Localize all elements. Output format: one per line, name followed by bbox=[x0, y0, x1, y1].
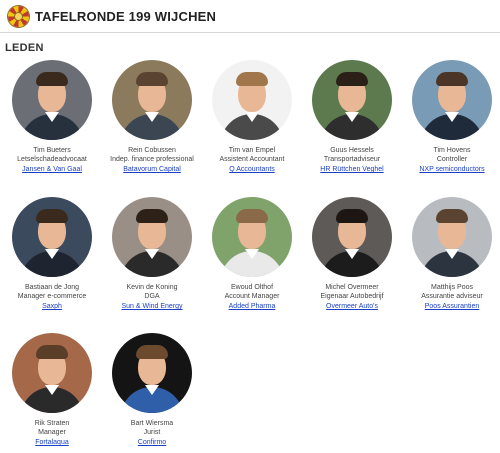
member-photo bbox=[12, 333, 92, 413]
member-photo bbox=[112, 197, 192, 277]
member-role: Eigenaar Autobedrijf bbox=[320, 293, 384, 300]
member-company-link[interactable]: Sun & Wind Energy bbox=[102, 302, 202, 312]
member-company-link[interactable]: HR Rüttchen Veghel bbox=[302, 165, 402, 175]
member-photo bbox=[412, 197, 492, 277]
member-company-link[interactable]: Batavorum Capital bbox=[102, 165, 202, 175]
member-name: Bastiaan de Jong bbox=[24, 284, 80, 291]
member-company-link[interactable]: Poos Assurantien bbox=[402, 302, 500, 312]
member-role: Manager e-commerce bbox=[17, 293, 87, 300]
member-name: Guus Hessels bbox=[330, 147, 374, 154]
member-name: Tim Hovens bbox=[433, 147, 471, 154]
member-card: Ewoud Olthof Account Manager Added Pharma bbox=[202, 197, 302, 312]
member-role: Account Manager bbox=[224, 293, 280, 300]
member-name: Tim van Empel bbox=[228, 147, 276, 154]
member-name: Michel Overmeer bbox=[325, 284, 379, 291]
member-photo bbox=[312, 197, 392, 277]
member-company-link[interactable]: Overmeer Auto's bbox=[302, 302, 402, 312]
member-role: Indep. finance professional bbox=[110, 156, 194, 163]
member-photo bbox=[12, 197, 92, 277]
member-company-link[interactable]: Saxph bbox=[2, 302, 102, 312]
member-card: Kevin de Koning DGA Sun & Wind Energy bbox=[102, 197, 202, 312]
member-card: Rik Straten Manager Fortalaqua bbox=[2, 333, 102, 448]
member-role: Assistent Accountant bbox=[219, 156, 285, 163]
round-table-logo-icon[interactable] bbox=[8, 6, 29, 27]
member-card: Guus Hessels Transportadviseur HR Rüttchen… bbox=[302, 60, 402, 175]
member-role: Assurantie adviseur bbox=[421, 293, 483, 300]
member-company-link[interactable]: Q Accountants bbox=[202, 165, 302, 175]
member-company-link[interactable]: Jansen & Van Gaal bbox=[2, 165, 102, 175]
member-role: Manager bbox=[38, 429, 66, 436]
member-role: Jurist bbox=[143, 429, 161, 436]
member-photo bbox=[412, 60, 492, 140]
member-grid: Tim Bueters Letselschadeadvocaat Jansen & … bbox=[0, 60, 500, 453]
member-photo bbox=[112, 333, 192, 413]
member-photo bbox=[312, 60, 392, 140]
member-role: Transportadviseur bbox=[323, 156, 381, 163]
member-card: Michel Overmeer Eigenaar Autobedrijf Overm… bbox=[302, 197, 402, 312]
member-name: Matthijs Poos bbox=[430, 284, 474, 291]
member-photo bbox=[212, 60, 292, 140]
member-card: Rein Cobussen Indep. finance professional… bbox=[102, 60, 202, 175]
member-photo bbox=[212, 197, 292, 277]
member-role: Controller bbox=[436, 156, 468, 163]
member-card: Bastiaan de Jong Manager e-commerce Saxph bbox=[2, 197, 102, 312]
member-name: Bart Wiersma bbox=[130, 420, 174, 427]
member-name: Ewoud Olthof bbox=[230, 284, 274, 291]
member-name: Rein Cobussen bbox=[128, 147, 176, 154]
member-company-link[interactable]: Added Pharma bbox=[202, 302, 302, 312]
member-company-link[interactable]: Confirmo bbox=[102, 438, 202, 448]
member-card: Tim Bueters Letselschadeadvocaat Jansen & … bbox=[2, 60, 102, 175]
member-photo bbox=[12, 60, 92, 140]
member-name: Rik Straten bbox=[34, 420, 70, 427]
section-title: LEDEN bbox=[5, 42, 44, 54]
member-name: Tim Bueters bbox=[33, 147, 71, 154]
member-card: Bart Wiersma Jurist Confirmo bbox=[102, 333, 202, 448]
member-name: Kevin de Koning bbox=[126, 284, 178, 291]
site-title[interactable]: TAFELRONDE 199 WIJCHEN bbox=[35, 9, 216, 24]
member-card: Matthijs Poos Assurantie adviseur Poos Ass… bbox=[402, 197, 500, 312]
member-company-link[interactable]: Fortalaqua bbox=[2, 438, 102, 448]
member-card: Tim van Empel Assistent Accountant Q Accou… bbox=[202, 60, 302, 175]
member-company-link[interactable]: NXP semiconductors bbox=[402, 165, 500, 175]
member-photo bbox=[112, 60, 192, 140]
site-header: TAFELRONDE 199 WIJCHEN bbox=[0, 0, 500, 33]
member-role: Letselschadeadvocaat bbox=[17, 156, 87, 163]
member-role: DGA bbox=[144, 293, 160, 300]
member-card: Tim Hovens Controller NXP semiconductors bbox=[402, 60, 500, 175]
